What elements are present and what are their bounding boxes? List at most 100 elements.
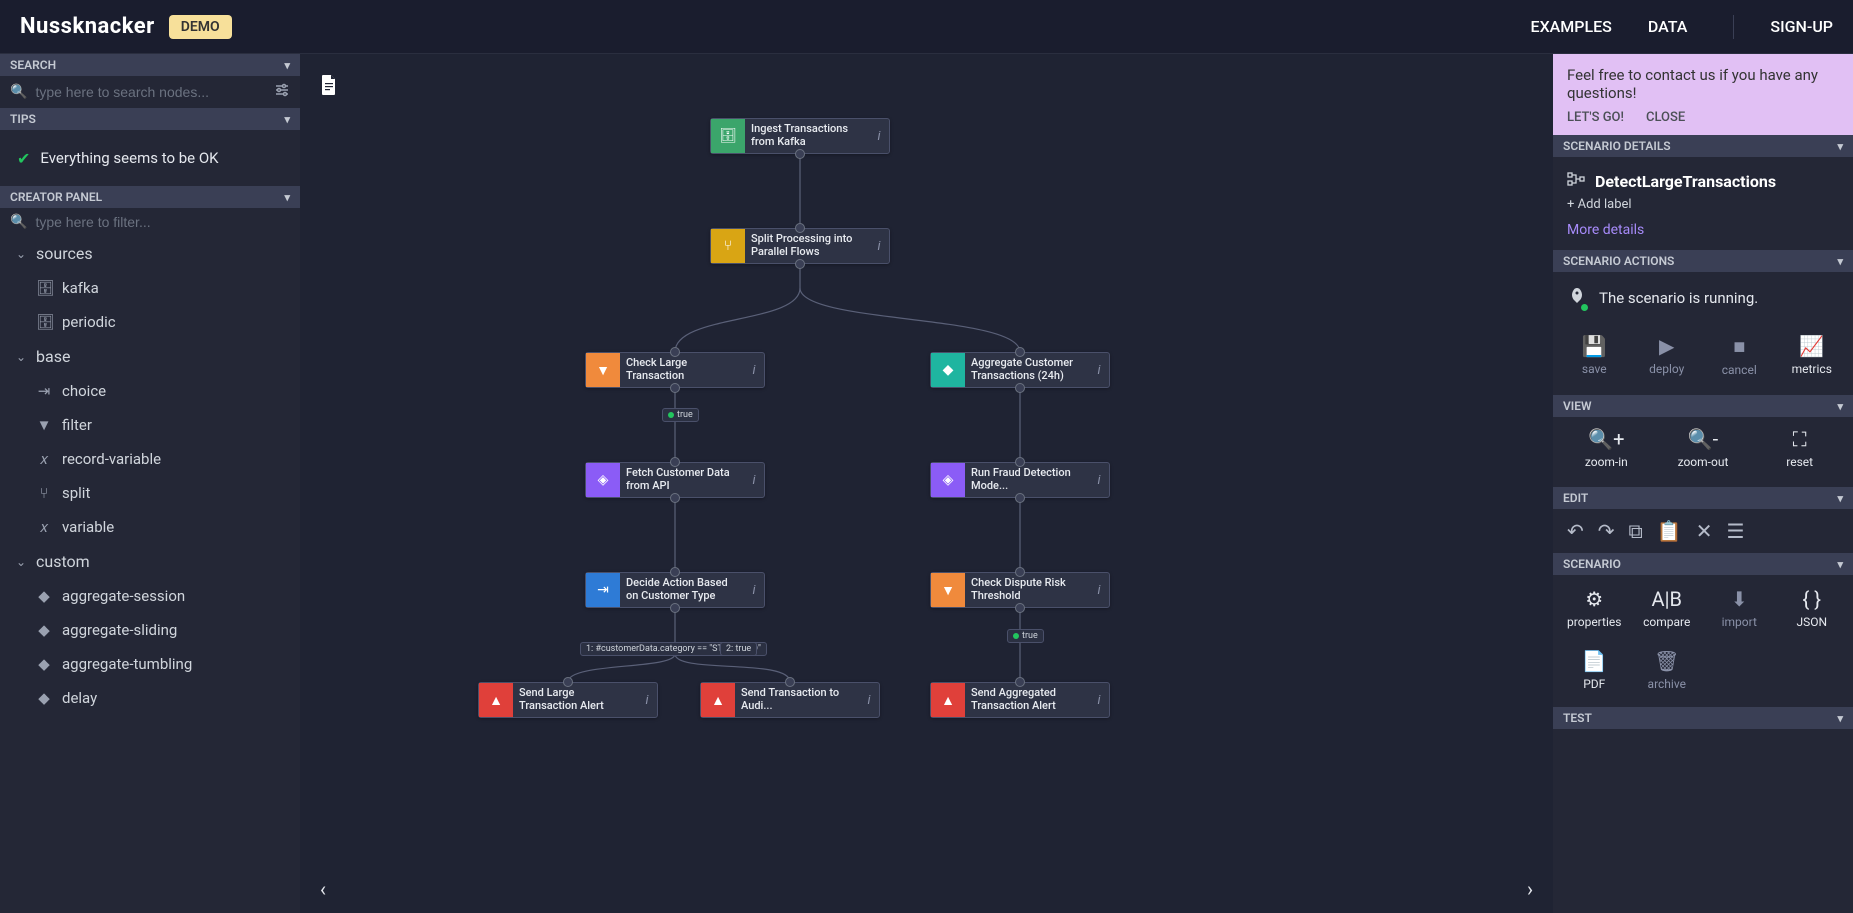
port-in[interactable] (563, 677, 573, 687)
properties-button[interactable]: ⚙properties (1561, 581, 1628, 635)
save-button[interactable]: 💾save (1561, 328, 1628, 383)
canvas[interactable]: ‹ › (300, 54, 1553, 913)
node-fetch[interactable]: ◈ Fetch Customer Data from API i (585, 462, 765, 498)
port-in[interactable] (670, 457, 680, 467)
import-button[interactable]: ⬇import (1706, 581, 1773, 635)
info-icon[interactable]: i (1089, 353, 1109, 387)
port-in[interactable] (1015, 567, 1025, 577)
info-icon[interactable]: i (744, 573, 764, 607)
node-decide[interactable]: ⇥ Decide Action Based on Customer Type i (585, 572, 765, 608)
port-out[interactable] (1015, 603, 1025, 613)
archive-button[interactable]: 🗑archive (1634, 643, 1701, 697)
info-icon[interactable]: i (1089, 683, 1109, 717)
metrics-button[interactable]: 📈metrics (1779, 328, 1846, 383)
tree-group-custom[interactable]: ⌄custom (0, 544, 300, 579)
info-icon[interactable]: i (1089, 573, 1109, 607)
hint-lets-go-button[interactable]: LET'S GO! (1567, 110, 1624, 125)
scenario-section-header[interactable]: SCENARIO ▾ (1553, 553, 1853, 575)
tree-group-base[interactable]: ⌄base (0, 339, 300, 374)
undo-button[interactable]: ↶ (1567, 519, 1584, 543)
port-in[interactable] (785, 677, 795, 687)
tree-item-aggregate-tumbling[interactable]: ◆aggregate-tumbling (0, 647, 300, 681)
node-check-large[interactable]: ▼ Check Large Transaction i (585, 352, 765, 388)
port-in[interactable] (670, 567, 680, 577)
add-label-button[interactable]: + Add label (1553, 195, 1853, 216)
reset-button[interactable]: ⛶reset (1754, 421, 1845, 475)
nav-data[interactable]: DATA (1648, 17, 1688, 36)
test-header[interactable]: TEST ▾ (1553, 707, 1853, 729)
node-alert-large[interactable]: ▲ Send Large Transaction Alert i (478, 682, 658, 718)
edit-header[interactable]: EDIT ▾ (1553, 487, 1853, 509)
info-icon[interactable]: i (869, 229, 889, 263)
node-label: Aggregate Customer Transactions (24h) (965, 353, 1089, 387)
info-icon[interactable]: i (744, 463, 764, 497)
search-settings-icon[interactable] (274, 82, 290, 102)
port-out[interactable] (670, 493, 680, 503)
zoom-in-button[interactable]: 🔍+zoom-in (1561, 421, 1652, 475)
port-in[interactable] (670, 347, 680, 357)
info-icon[interactable]: i (637, 683, 657, 717)
deploy-button[interactable]: ▶deploy (1634, 328, 1701, 383)
port-out[interactable] (670, 383, 680, 393)
delete-button[interactable]: ✕ (1696, 519, 1713, 543)
port-in[interactable] (1015, 347, 1025, 357)
search-input[interactable] (35, 84, 266, 100)
view-header[interactable]: VIEW ▾ (1553, 395, 1853, 417)
tree-item-delay[interactable]: ◆delay (0, 681, 300, 715)
tree-item-variable[interactable]: 𝑥variable (0, 510, 300, 544)
node-alert-agg[interactable]: ▲ Send Aggregated Transaction Alert i (930, 682, 1110, 718)
port-out[interactable] (1015, 493, 1025, 503)
layout-button[interactable]: ☰ (1726, 519, 1744, 543)
check-circle-icon: ✔ (17, 149, 30, 168)
node-split[interactable]: ⑂ Split Processing into Parallel Flows i (710, 228, 890, 264)
tree-group-sources[interactable]: ⌄sources (0, 236, 300, 271)
gem-icon: ◈ (931, 463, 965, 497)
tree-item-filter[interactable]: ▼filter (0, 408, 300, 442)
split-icon: ⑂ (711, 229, 745, 263)
tree-item-record-variable[interactable]: 𝑥record-variable (0, 442, 300, 476)
info-icon[interactable]: i (859, 683, 879, 717)
tips-panel-header[interactable]: TIPS ▾ (0, 108, 300, 130)
scenario-details-header[interactable]: SCENARIO DETAILS ▾ (1553, 135, 1853, 157)
cube-icon: ◆ (36, 655, 52, 673)
node-aggregate[interactable]: ◆ Aggregate Customer Transactions (24h) … (930, 352, 1110, 388)
creator-filter-input[interactable] (35, 214, 290, 230)
cancel-button[interactable]: ■cancel (1706, 328, 1773, 383)
search-panel-header[interactable]: SEARCH ▾ (0, 54, 300, 76)
tree-item-choice[interactable]: ⇥choice (0, 374, 300, 408)
port-out[interactable] (670, 603, 680, 613)
node-audit[interactable]: ▲ Send Transaction to Audi... i (700, 682, 880, 718)
nav-signup[interactable]: SIGN-UP (1770, 17, 1833, 36)
node-fraud[interactable]: ◈ Run Fraud Detection Mode... i (930, 462, 1110, 498)
json-button[interactable]: { }JSON (1779, 581, 1846, 635)
tree-item-split[interactable]: ⑂split (0, 476, 300, 510)
cube-icon: ◆ (931, 353, 965, 387)
scenario-actions-header[interactable]: SCENARIO ACTIONS ▾ (1553, 250, 1853, 272)
zoom-out-button[interactable]: 🔍-zoom-out (1658, 421, 1749, 475)
port-out[interactable] (795, 149, 805, 159)
creator-panel-header[interactable]: CREATOR PANEL ▾ (0, 186, 300, 208)
tree-item-periodic[interactable]: 🗄periodic (0, 305, 300, 339)
pdf-button[interactable]: 📄PDF (1561, 643, 1628, 697)
tree-item-aggregate-sliding[interactable]: ◆aggregate-sliding (0, 613, 300, 647)
compare-button[interactable]: A|Bcompare (1634, 581, 1701, 635)
nav-examples[interactable]: EXAMPLES (1531, 17, 1612, 36)
hint-close-button[interactable]: CLOSE (1646, 110, 1685, 125)
info-icon[interactable]: i (1089, 463, 1109, 497)
node-ingest[interactable]: 🗄 Ingest Transactions from Kafka i (710, 118, 890, 154)
node-dispute[interactable]: ▼ Check Dispute Risk Threshold i (930, 572, 1110, 608)
node-label: Run Fraud Detection Mode... (965, 463, 1089, 497)
port-out[interactable] (1015, 383, 1025, 393)
port-in[interactable] (795, 223, 805, 233)
port-in[interactable] (1015, 457, 1025, 467)
more-details-link[interactable]: More details (1553, 216, 1853, 250)
paste-button[interactable]: 📋 (1657, 519, 1682, 543)
copy-button[interactable]: ⧉ (1629, 519, 1643, 543)
info-icon[interactable]: i (869, 119, 889, 153)
tree-item-aggregate-session[interactable]: ◆aggregate-session (0, 579, 300, 613)
redo-button[interactable]: ↷ (1598, 519, 1615, 543)
info-icon[interactable]: i (744, 353, 764, 387)
port-in[interactable] (1015, 677, 1025, 687)
port-out[interactable] (795, 259, 805, 269)
tree-item-kafka[interactable]: 🗄kafka (0, 271, 300, 305)
